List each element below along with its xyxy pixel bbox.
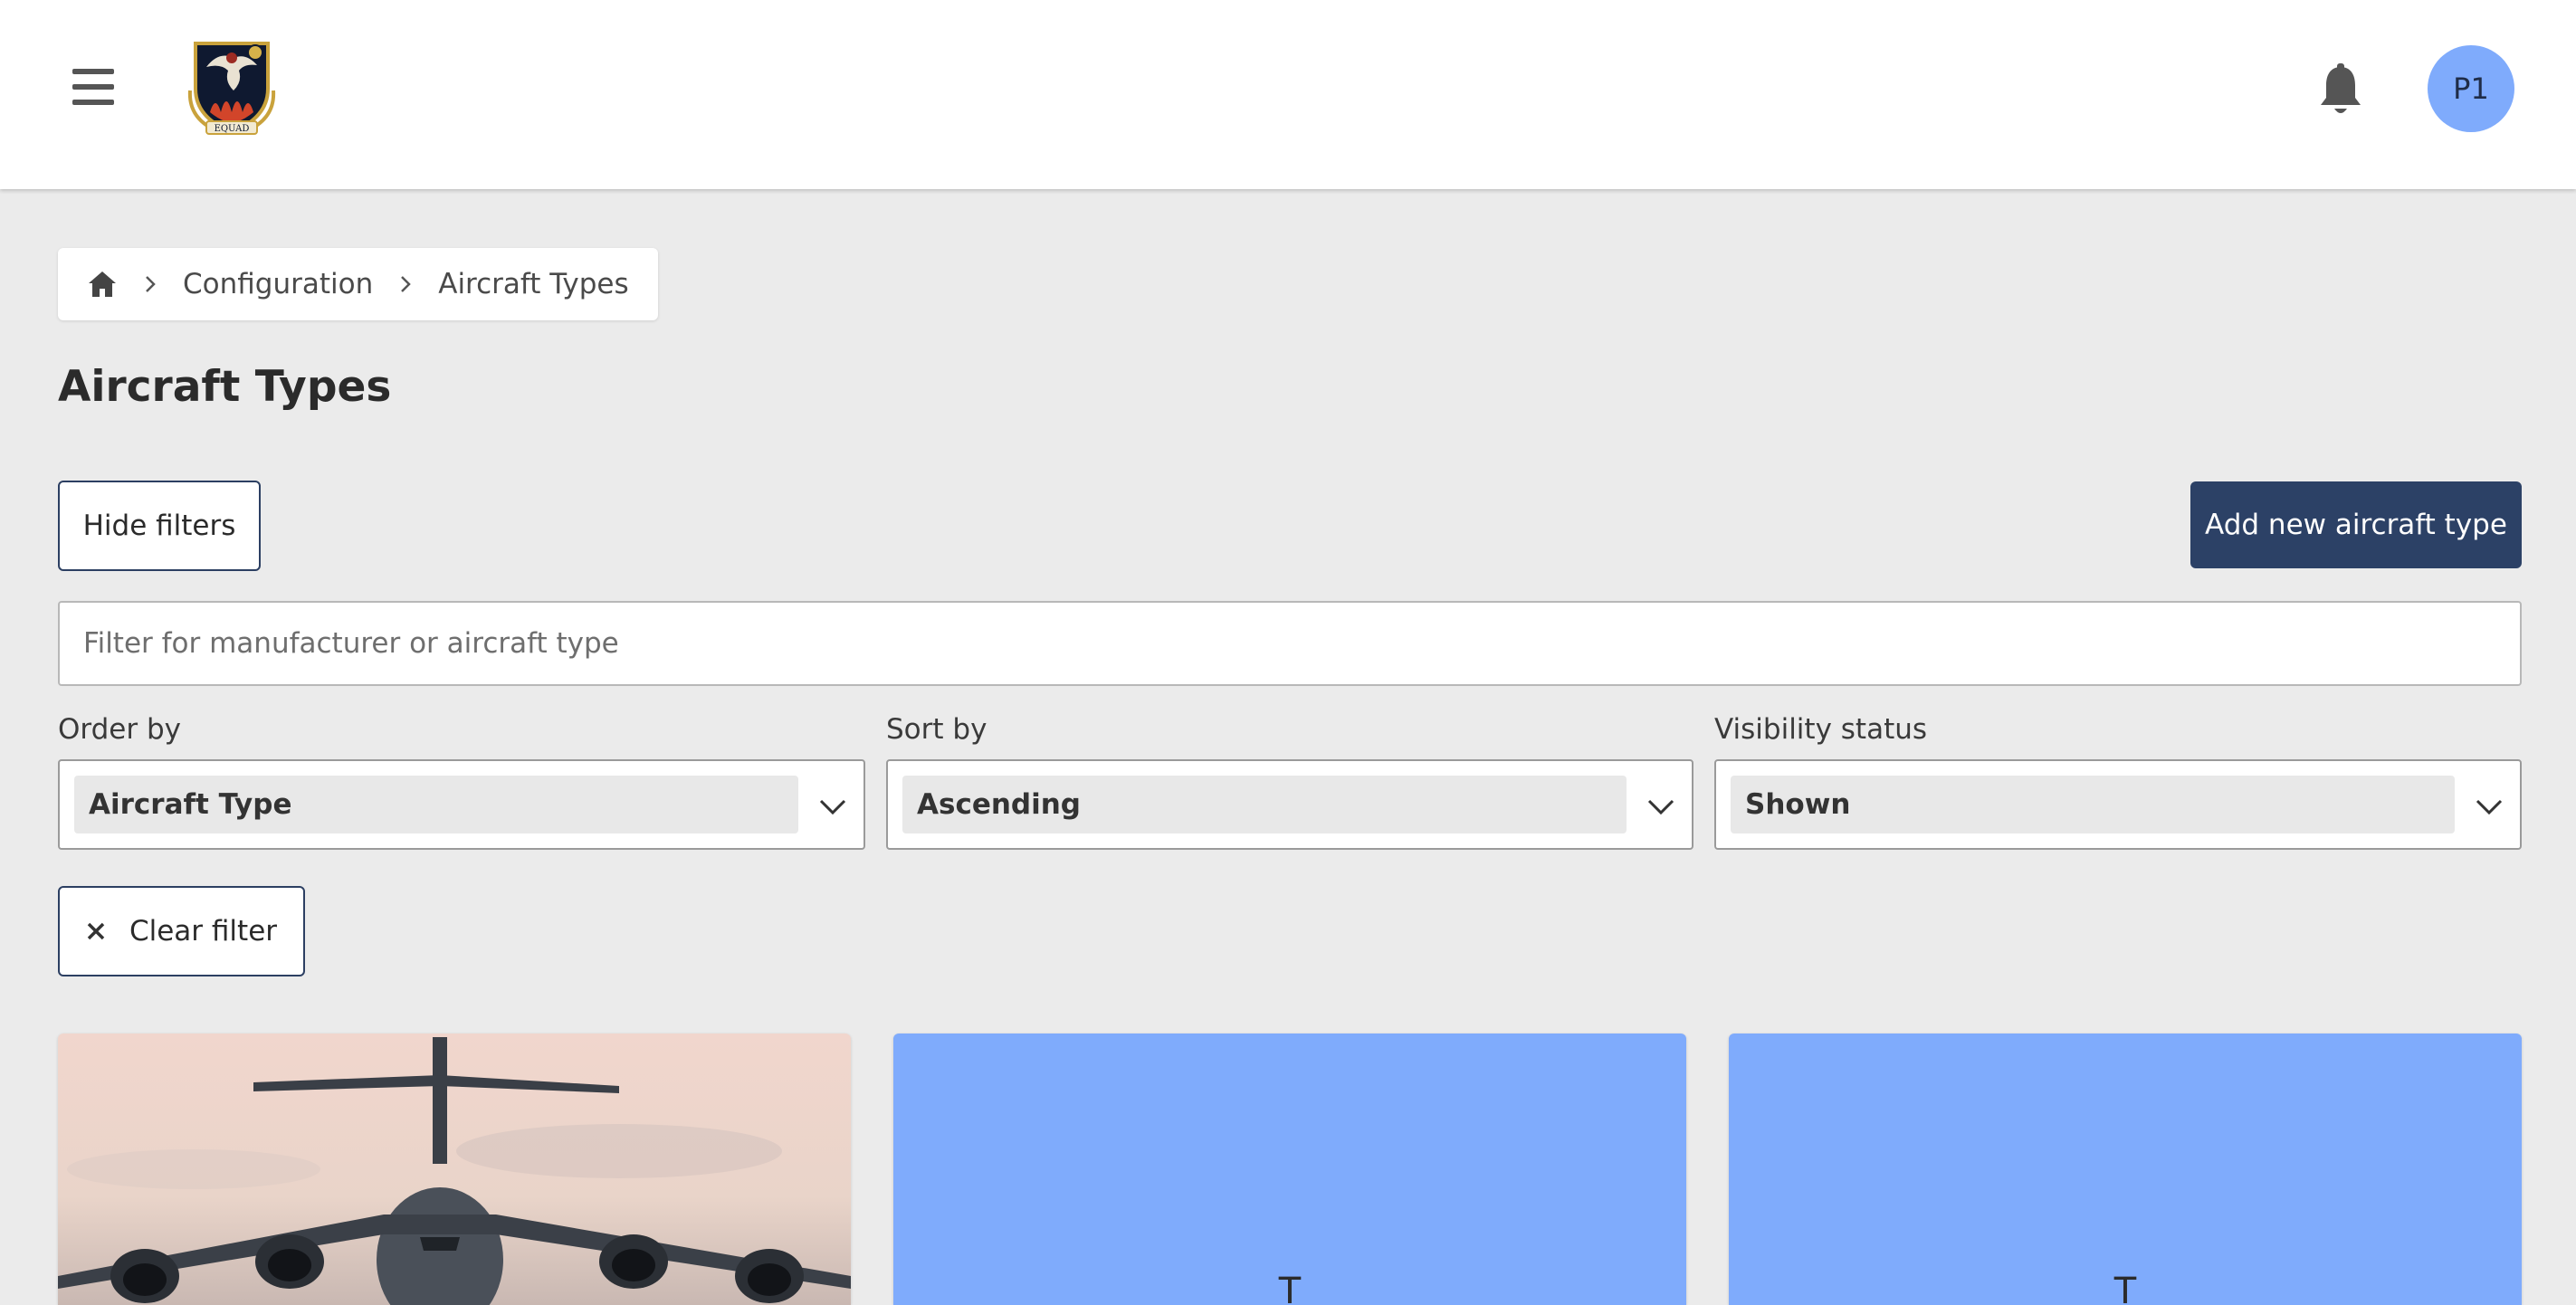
close-icon xyxy=(87,922,105,940)
chevron-down-icon xyxy=(819,799,846,815)
logo-banner-text: EQUAD xyxy=(215,124,250,134)
clear-filter-label: Clear filter xyxy=(129,915,278,948)
top-app-bar: EQUAD P1 xyxy=(0,0,2576,189)
page-title: Aircraft Types xyxy=(58,362,392,412)
sort-by-value: Ascending xyxy=(902,776,1627,833)
chevron-down-icon xyxy=(1647,799,1674,815)
order-by-value: Aircraft Type xyxy=(74,776,798,833)
clear-filter-button[interactable]: Clear filter xyxy=(58,886,305,976)
home-icon[interactable] xyxy=(87,269,118,300)
hide-filters-button[interactable]: Hide filters xyxy=(58,481,261,571)
aircraft-type-card[interactable] xyxy=(58,1034,851,1305)
breadcrumb-item-aircraft-types[interactable]: Aircraft Types xyxy=(438,268,628,300)
breadcrumb: Configuration Aircraft Types xyxy=(58,248,658,320)
visibility-status-label: Visibility status xyxy=(1714,713,1928,746)
cargo-aircraft-photo xyxy=(58,1034,851,1305)
card-placeholder-letter: T xyxy=(2113,1271,2137,1305)
squadron-logo: EQUAD xyxy=(187,42,276,135)
card-placeholder-letter: T xyxy=(1278,1271,1302,1305)
aircraft-type-card[interactable]: T xyxy=(1729,1034,2522,1305)
visibility-status-value: Shown xyxy=(1731,776,2455,833)
hamburger-menu-icon[interactable] xyxy=(72,69,114,105)
user-avatar[interactable]: P1 xyxy=(2428,45,2514,132)
sort-by-select[interactable]: Ascending xyxy=(886,759,1693,850)
order-by-select[interactable]: Aircraft Type xyxy=(58,759,865,850)
chevron-down-icon xyxy=(2476,799,2503,815)
visibility-status-select[interactable]: Shown xyxy=(1714,759,2522,850)
add-aircraft-type-button[interactable]: Add new aircraft type xyxy=(2190,481,2522,568)
chevron-right-icon xyxy=(146,276,156,292)
search-input[interactable] xyxy=(58,601,2522,686)
aircraft-type-card[interactable]: T xyxy=(893,1034,1686,1305)
chevron-right-icon xyxy=(401,276,412,292)
bell-icon[interactable] xyxy=(2317,63,2364,116)
breadcrumb-item-configuration[interactable]: Configuration xyxy=(183,268,373,300)
sort-by-label: Sort by xyxy=(886,713,987,746)
order-by-label: Order by xyxy=(58,713,181,746)
